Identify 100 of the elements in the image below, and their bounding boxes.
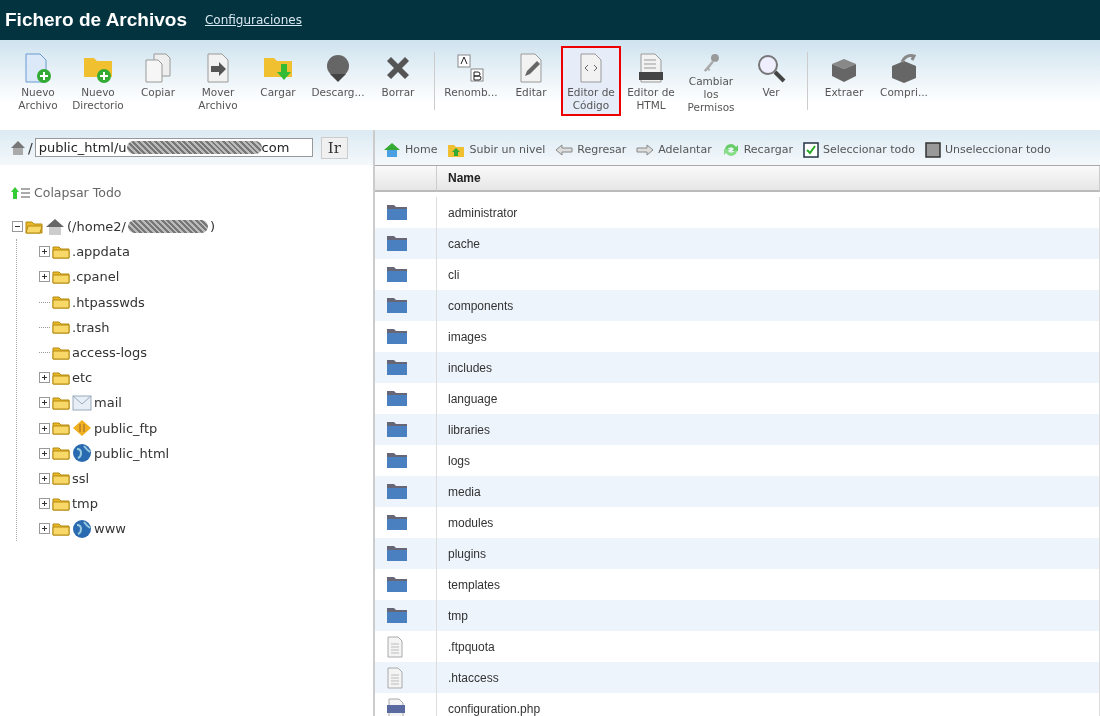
folder-icon	[52, 471, 70, 486]
toolbar-button[interactable]: Mover Archivo	[188, 46, 248, 116]
reload-icon	[721, 141, 740, 158]
folder-icon	[52, 395, 70, 410]
collapse-all-link[interactable]: Colapsar Todo	[11, 185, 373, 200]
go-button[interactable]: Ir	[320, 136, 348, 159]
nav-button[interactable]: Adelantar	[636, 143, 712, 156]
file-name-cell[interactable]: .htaccess	[437, 662, 1100, 693]
toolbar-button[interactable]: Descarg...	[308, 46, 368, 116]
nav-button[interactable]: Recargar	[721, 141, 793, 158]
new-file-icon	[22, 52, 54, 84]
folder-icon	[52, 320, 70, 335]
expand-toggle[interactable]	[39, 246, 50, 258]
toolbar-button[interactable]: Ver	[741, 46, 801, 116]
tree-root-label[interactable]: (/home2/	[67, 219, 126, 235]
home-icon	[383, 141, 401, 158]
search-icon	[755, 52, 787, 84]
expand-toggle[interactable]	[39, 271, 50, 283]
tree-item[interactable]: public_ftp	[94, 420, 158, 436]
file-name-cell[interactable]: includes	[437, 352, 1100, 383]
column-header[interactable]: Name	[437, 166, 1100, 192]
folder-icon	[52, 345, 70, 360]
expand-toggle[interactable]	[39, 372, 50, 384]
right-arrow-icon	[636, 143, 655, 156]
folder-icon	[52, 521, 70, 536]
expand-toggle[interactable]	[39, 447, 50, 459]
folder-icon	[52, 421, 70, 436]
tree-item[interactable]: ssl	[72, 470, 90, 486]
toolbar-button[interactable]: Copiar	[128, 46, 188, 116]
nav-button[interactable]: Home	[383, 141, 438, 158]
expand-toggle[interactable]	[39, 523, 50, 535]
toolbar-button[interactable]: Editar	[501, 46, 561, 116]
file-icon	[386, 666, 404, 689]
folder-icon	[386, 576, 408, 593]
toolbar-button[interactable]: Nuevo Archivo	[8, 46, 68, 116]
envelope-icon	[72, 393, 92, 412]
folder-icon	[52, 370, 70, 385]
toolbar-button[interactable]: Cambiar los Permisos	[681, 46, 741, 116]
folder-icon	[386, 297, 408, 314]
path-field[interactable]: public_html/u com	[34, 138, 313, 157]
toolbar-button[interactable]: Nuevo Directorio	[68, 46, 128, 116]
tree-item[interactable]: www	[94, 521, 126, 537]
expand-toggle[interactable]	[39, 498, 50, 510]
nav-button[interactable]: Seleccionar todo	[803, 141, 915, 158]
file-name-cell[interactable]: tmp	[437, 600, 1100, 631]
toolbar-button[interactable]: Renomb...	[441, 46, 501, 116]
expand-toggle[interactable]	[39, 422, 50, 434]
rename-icon	[455, 52, 487, 84]
tree-item[interactable]: .cpanel	[72, 269, 120, 285]
tree-item[interactable]: public_html	[94, 445, 170, 461]
file-name-cell[interactable]: libraries	[437, 414, 1100, 445]
tree-item[interactable]: .trash	[72, 319, 110, 335]
nav-button[interactable]: Subir un nivel	[447, 141, 546, 158]
checked-checkbox-icon	[803, 141, 819, 158]
left-arrow-icon	[555, 143, 574, 156]
folder-icon	[52, 244, 70, 259]
expand-toggle[interactable]	[39, 472, 50, 484]
globe-icon	[72, 518, 92, 539]
folder-icon	[52, 269, 70, 284]
home-icon	[45, 217, 65, 236]
folder-icon	[386, 421, 408, 438]
toolbar-button[interactable]: Editor de HTML	[621, 46, 681, 116]
tree-root-label[interactable]: )	[209, 219, 216, 235]
tree-item[interactable]: .htpasswds	[72, 294, 145, 310]
copy-icon	[142, 52, 174, 84]
folder-icon	[386, 204, 408, 221]
settings-link[interactable]: Configuraciones	[204, 13, 302, 27]
toolbar-button[interactable]: Cargar	[248, 46, 308, 116]
tree-item[interactable]: .appdata	[72, 244, 130, 260]
toolbar-button[interactable]: Borrar	[368, 46, 428, 116]
unchecked-checkbox-icon	[924, 141, 941, 158]
tree-item[interactable]: mail	[94, 395, 122, 411]
open-folder-icon	[25, 219, 43, 234]
globe-icon	[72, 443, 92, 464]
app-title: Fichero de Archivos	[5, 9, 187, 31]
folder-icon	[386, 266, 408, 283]
folder-icon	[386, 359, 408, 376]
folder-icon	[52, 446, 70, 461]
path-separator: /	[28, 139, 33, 156]
folder-icon	[52, 496, 70, 511]
toolbar-button[interactable]: Editor de Código	[561, 46, 621, 116]
tree-item[interactable]: etc	[72, 370, 93, 386]
folder-icon	[386, 235, 408, 252]
nav-button[interactable]: Unseleccionar todo	[924, 141, 1051, 158]
nav-button[interactable]: Regresar	[555, 143, 627, 156]
home-icon	[10, 139, 26, 156]
file-name-cell[interactable]: components	[437, 290, 1100, 321]
file-name-cell[interactable]: plugins	[437, 538, 1100, 569]
file-icon	[386, 635, 404, 658]
toolbar-button[interactable]: Extraer	[814, 46, 874, 116]
tree-item[interactable]: tmp	[72, 496, 98, 512]
folder-icon	[386, 390, 408, 407]
folder-icon	[386, 328, 408, 345]
file-name-cell[interactable]: cache	[437, 228, 1100, 259]
expand-toggle[interactable]	[39, 397, 50, 409]
tree-item[interactable]: access-logs	[72, 345, 148, 361]
folder-icon	[386, 483, 408, 500]
file-name-cell[interactable]: media	[437, 476, 1100, 507]
toolbar-button[interactable]: Compri...	[874, 46, 934, 116]
collapse-toggle[interactable]	[12, 221, 23, 233]
